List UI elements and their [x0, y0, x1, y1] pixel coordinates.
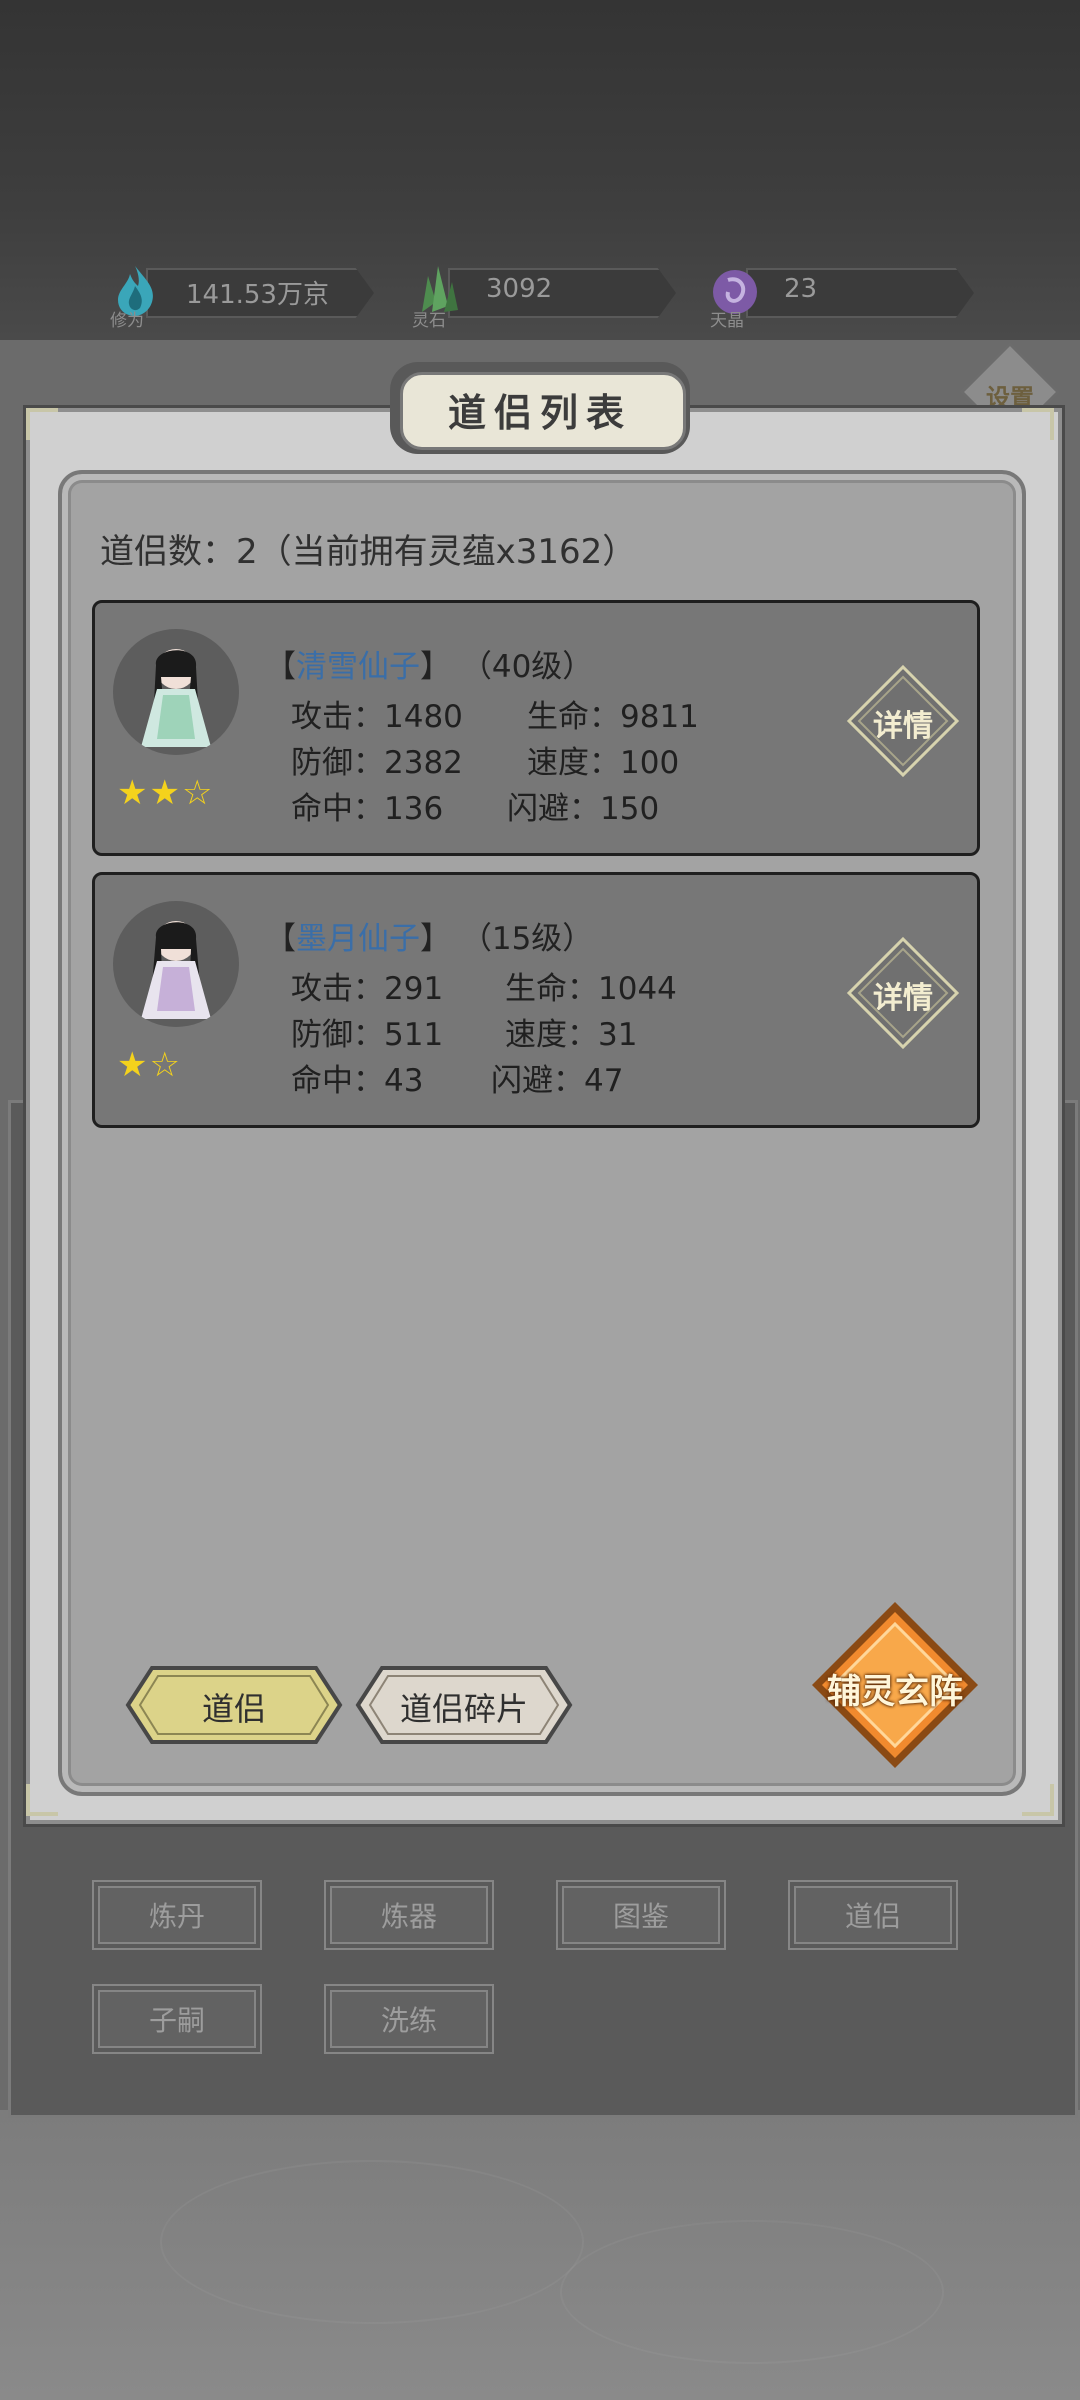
- resource-pill: [448, 268, 676, 318]
- star-rating: ★☆: [117, 1045, 182, 1085]
- stat-hp: 生命：1044: [505, 971, 677, 1007]
- companion-level: （40级）: [460, 649, 594, 685]
- corner-ornament: [1022, 408, 1054, 440]
- companion-name: 墨月仙子: [296, 921, 420, 957]
- dialog-title: 道侣列表: [447, 390, 632, 435]
- resource-pill: [746, 268, 974, 318]
- resource-value: 23: [784, 274, 818, 304]
- companion-avatar: [113, 901, 239, 1027]
- detail-button[interactable]: 详情: [845, 663, 961, 779]
- stat-attack: 攻击：1480: [291, 699, 463, 735]
- corner-ornament: [26, 1784, 58, 1816]
- cloud-decoration: [160, 2160, 584, 2324]
- stat-speed: 速度：100: [527, 745, 680, 781]
- dialog-title-plate: 道侣列表: [390, 362, 690, 454]
- companion-name-row: 【清雪仙子】 （40级）: [265, 641, 593, 686]
- stat-defense: 防御：2382: [291, 745, 463, 781]
- name-bracket: 】: [420, 649, 451, 685]
- auxiliary-formation-button[interactable]: 辅灵玄阵: [810, 1600, 980, 1770]
- detail-label: 详情: [873, 709, 933, 744]
- resource-cultivation: 141.53万京 修为: [106, 262, 374, 331]
- companion-name-row: 【墨月仙子】 （15级）: [265, 913, 593, 958]
- stat-dodge: 闪避：47: [491, 1063, 624, 1099]
- resource-label: 天晶: [710, 311, 744, 331]
- menu-companion-button[interactable]: 道侣: [788, 1880, 958, 1950]
- tab-companions[interactable]: 道侣: [124, 1664, 344, 1746]
- resource-label: 灵石: [412, 311, 446, 331]
- name-bracket: 【: [265, 921, 296, 957]
- menu-offspring-button[interactable]: 子嗣: [92, 1984, 262, 2054]
- stat-speed: 速度：31: [505, 1017, 638, 1053]
- stat-hit: 命中：136: [291, 791, 444, 827]
- resource-value: 3092: [486, 274, 553, 304]
- tab-label: 道侣: [201, 1690, 266, 1728]
- cloud-decoration: [560, 2220, 944, 2364]
- companion-card[interactable]: ★☆ 【墨月仙子】 （15级） 攻击：291 生命：1044 防御：511 速度…: [92, 872, 980, 1128]
- companion-card[interactable]: ★★☆ 【清雪仙子】 （40级） 攻击：1480 生命：9811 防御：2382…: [92, 600, 980, 856]
- companion-name: 清雪仙子: [296, 649, 420, 685]
- companion-count: 道侣数：2（当前拥有灵蕴x3162）: [100, 532, 637, 572]
- menu-forge-button[interactable]: 炼器: [324, 1880, 494, 1950]
- stat-attack: 攻击：291: [291, 971, 444, 1007]
- menu-alchemy-button[interactable]: 炼丹: [92, 1880, 262, 1950]
- resource-sky-crystal: 23 天晶: [706, 262, 974, 331]
- stat-hp: 生命：9811: [527, 699, 699, 735]
- tab-label: 道侣碎片: [399, 1690, 528, 1728]
- stat-dodge: 闪避：150: [507, 791, 660, 827]
- name-bracket: 】: [420, 921, 451, 957]
- companion-level: （15级）: [460, 921, 594, 957]
- menu-codex-button[interactable]: 图鉴: [556, 1880, 726, 1950]
- detail-label: 详情: [873, 981, 933, 1016]
- name-bracket: 【: [265, 649, 296, 685]
- resource-value: 141.53万京: [186, 280, 329, 310]
- formation-label: 辅灵玄阵: [827, 1672, 963, 1712]
- corner-ornament: [26, 408, 58, 440]
- corner-ornament: [1022, 1784, 1054, 1816]
- menu-refine-button[interactable]: 洗练: [324, 1984, 494, 2054]
- detail-button[interactable]: 详情: [845, 935, 961, 1051]
- companion-avatar: [113, 629, 239, 755]
- resource-spirit-stone: 3092 灵石: [408, 262, 676, 331]
- stat-hit: 命中：43: [291, 1063, 424, 1099]
- stat-defense: 防御：511: [291, 1017, 444, 1053]
- resource-label: 修为: [110, 311, 144, 331]
- star-rating: ★★☆: [117, 773, 215, 813]
- tab-companion-fragments[interactable]: 道侣碎片: [354, 1664, 574, 1746]
